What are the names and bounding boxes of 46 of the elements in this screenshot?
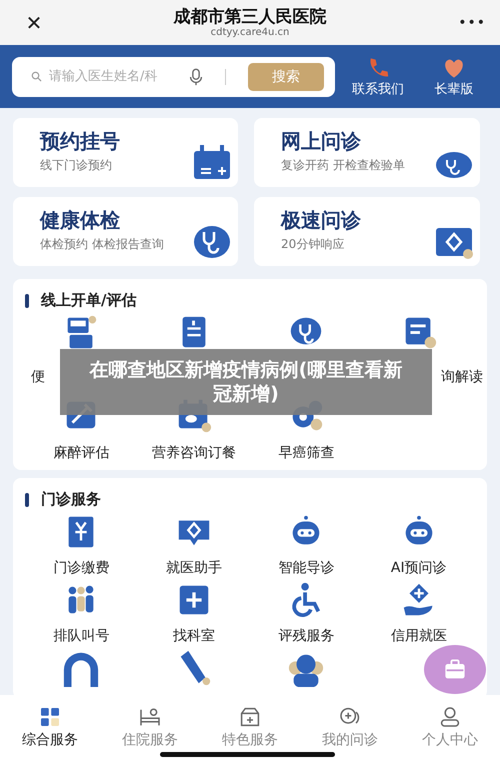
nav-tab[interactable]: 我的问诊 — [322, 705, 378, 749]
card-subtitle: 复诊开药 开检查检验单 — [281, 157, 406, 174]
section-title: 门诊服务 — [41, 490, 101, 509]
section-title: 线上开单/评估 — [41, 291, 136, 310]
service-label[interactable]: AI预问诊 — [390, 559, 447, 577]
section-marker — [25, 294, 29, 308]
more-button[interactable]: ••• — [446, 14, 486, 30]
close-button[interactable]: ✕ — [14, 10, 54, 34]
caption-text: 在哪查地区新增疫情病例(哪里查看新冠新增) — [88, 358, 404, 406]
microphone-icon — [187, 66, 205, 86]
quick-link[interactable]: 长辈版 — [421, 56, 487, 98]
card-title: 极速问诊 — [281, 207, 362, 233]
card-title: 健康体检 — [40, 207, 121, 233]
service-label[interactable]: 评残服务 — [278, 627, 334, 645]
nav-tab[interactable]: 住院服务 — [122, 705, 178, 749]
service-label[interactable]: 智能导诊 — [278, 559, 334, 577]
feature-card[interactable]: 预约挂号 线下门诊预约 — [13, 118, 238, 187]
service-label[interactable]: 找科室 — [172, 627, 215, 645]
card-subtitle: 体检预约 体检报告查询 — [40, 236, 165, 253]
person-icon — [438, 705, 462, 729]
feature-card[interactable]: 健康体检 体检预约 体检报告查询 — [13, 197, 238, 266]
service-label[interactable]: 麻醉评估 — [53, 444, 110, 462]
card-title: 预约挂号 — [40, 128, 121, 154]
nav-tab[interactable]: 个人中心 — [422, 705, 478, 749]
service-label[interactable]: 门诊缴费 — [53, 559, 110, 577]
feature-card[interactable]: 极速问诊 20分钟响应 — [254, 197, 480, 266]
service-label[interactable]: 信用就医 — [390, 627, 447, 645]
card-title: 网上问诊 — [281, 128, 362, 154]
service-label[interactable]: 早癌筛查 — [278, 444, 334, 462]
page-url: cdtyy.care4u.cn — [210, 26, 290, 38]
service-label[interactable]: 排队叫号 — [53, 627, 110, 645]
section-marker — [25, 492, 29, 506]
service-label[interactable]: 就医助手 — [166, 559, 222, 577]
nav-tab[interactable]: 综合服务 — [22, 705, 78, 749]
card-subtitle: 线下门诊预约 — [40, 157, 113, 174]
service-label[interactable]: 便 — [31, 368, 45, 386]
feature-card[interactable]: 网上问诊 复诊开药 开检查检验单 — [254, 118, 480, 187]
page-title: 成都市第三人民医院 — [172, 6, 328, 26]
service-label[interactable]: 询解读 — [441, 368, 483, 386]
card-subtitle: 20分钟响应 — [281, 236, 346, 253]
quick-link[interactable]: 联系我们 — [345, 56, 411, 98]
nav-tab[interactable]: 特色服务 — [222, 705, 278, 749]
search-icon — [30, 70, 43, 83]
grid-icon — [38, 705, 62, 729]
service-label[interactable]: 营养咨询订餐 — [152, 444, 236, 462]
medical-box-icon — [238, 705, 262, 729]
